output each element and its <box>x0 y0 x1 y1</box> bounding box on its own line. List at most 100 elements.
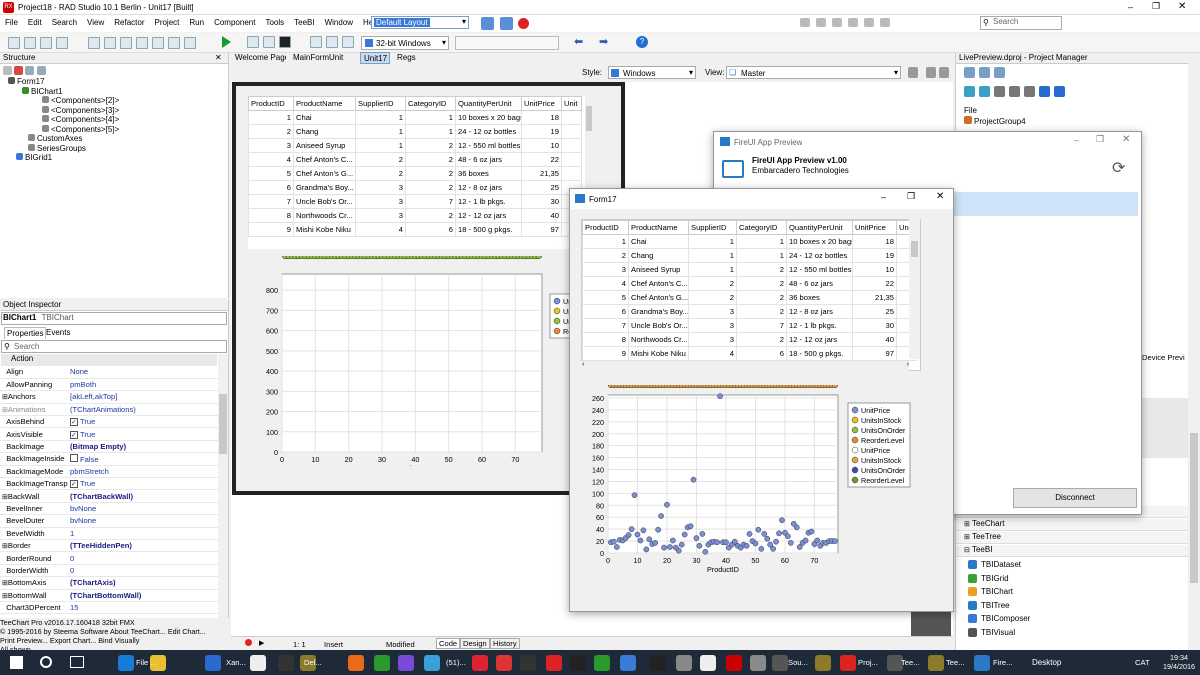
close-icon[interactable]: ✕ <box>1122 134 1130 145</box>
taskbar-app-icon[interactable] <box>520 655 536 671</box>
palette-item[interactable]: TBIComposer <box>968 614 1030 624</box>
property-row[interactable]: BackImageMode pbmStretch <box>0 465 218 479</box>
checkbox-icon[interactable]: ✓ <box>70 480 78 489</box>
maximize-icon[interactable]: ❐ <box>907 191 915 202</box>
taskbar-app-icon[interactable] <box>700 655 716 671</box>
taskbar-app-icon[interactable] <box>650 655 666 671</box>
layout-options-icon[interactable] <box>500 17 513 32</box>
grid-column-header[interactable]: Unit <box>561 96 582 111</box>
view-select[interactable]: ❏ Master ▾ <box>726 66 901 79</box>
property-row[interactable]: ⊞BottomAxis (TChartAxis) <box>0 576 218 590</box>
edit-chart-link[interactable]: Edit Chart... <box>168 627 206 636</box>
tool-palette[interactable]: ⊞ Services⊞ TeeChart⊞ TeeTree⊟ TeeBITBID… <box>956 506 1188 650</box>
grid-column-header[interactable]: QuantityPerUnit <box>455 96 522 111</box>
property-row[interactable]: BevelOuter bvNone <box>0 514 218 528</box>
menu-tools[interactable]: Tools <box>260 15 289 27</box>
table-row[interactable]: 3 Aniseed Syrup 1 2 12 - 550 ml bottles 10 <box>248 138 582 153</box>
form17-bigrid[interactable]: ProductID ProductName SupplierID CategoryID… <box>581 219 921 371</box>
record-icon[interactable] <box>245 639 252 646</box>
taskbar-app-icon[interactable] <box>118 655 134 671</box>
taskbar-app-icon[interactable] <box>205 655 221 671</box>
property-row[interactable]: BevelInner bvNone <box>0 502 218 516</box>
style-select[interactable]: Windows ▾ <box>608 66 696 79</box>
property-value[interactable]: False <box>68 452 218 466</box>
form17-grid-table[interactable]: ProductID ProductName SupplierID CategoryID… <box>582 220 917 361</box>
property-value[interactable]: (TChartAxis) <box>68 576 218 590</box>
editor-tab-2[interactable]: MainFormUnit <box>290 52 356 64</box>
taskbar-app-icon[interactable] <box>278 655 294 671</box>
minimize-icon[interactable]: – <box>1128 2 1133 12</box>
designer-form17[interactable]: ProductID ProductName SupplierID CategoryID… <box>232 82 625 495</box>
editor-tab-3[interactable]: Unit17 <box>360 52 390 64</box>
structure-node[interactable]: BIChart1 <box>0 86 228 97</box>
structure-tree[interactable]: Form17 BIChart1 <Components>[2]> <Component… <box>0 77 228 163</box>
property-value[interactable]: 1 <box>68 527 218 540</box>
grid-column-header[interactable]: ProductName <box>293 96 356 111</box>
property-value[interactable]: bvNone <box>68 502 218 516</box>
task-view-icon[interactable] <box>70 656 84 668</box>
designer-grid-table[interactable]: ProductID ProductName SupplierID CategoryID… <box>248 96 582 237</box>
property-value[interactable]: (TChartAnimations) <box>68 403 218 417</box>
property-row[interactable]: BevelWidth 1 <box>0 527 218 540</box>
pin-icon[interactable]: ✕ <box>215 53 222 62</box>
close-icon[interactable]: ✕ <box>1178 1 1186 12</box>
print-export-links[interactable]: Print Preview... Export Chart... Bind Vi… <box>0 636 229 645</box>
taskbar-app-icon[interactable] <box>348 655 364 671</box>
start-windows-icon[interactable] <box>10 656 23 669</box>
back-arrow-icon[interactable]: ⬅ <box>574 35 583 48</box>
table-row[interactable]: 9 Mishi Kobe Niku 4 6 18 - 500 g pkgs. 97 <box>248 222 582 237</box>
table-row[interactable]: 6 Grandma's Boy... 3 2 12 - 8 oz jars 25 <box>248 180 582 195</box>
tab-code[interactable]: Code <box>436 638 461 649</box>
inspector-scrollbar[interactable] <box>218 354 228 618</box>
property-value[interactable]: (Bitmap Empty) <box>68 440 218 454</box>
desktop-toolbar-label[interactable]: Desktop <box>1032 658 1061 667</box>
checkbox-icon[interactable]: ✓ <box>70 430 78 439</box>
menu-search[interactable]: Search <box>47 15 82 27</box>
taskbar-app-label[interactable]: Tee... <box>901 658 920 667</box>
menu-component[interactable]: Component <box>209 15 260 27</box>
form17-window[interactable]: Form17 – ❐ ✕ ProductID ProductName Supplie… <box>569 188 954 612</box>
property-row[interactable]: BackImage (Bitmap Empty) <box>0 440 218 454</box>
debug-icons[interactable] <box>308 36 356 50</box>
taskbar-app-icon[interactable] <box>726 655 742 671</box>
about-teechart-link[interactable]: About TeeChart... <box>110 627 166 636</box>
property-row[interactable]: AxisBehind ✓ True <box>0 415 218 429</box>
property-value[interactable]: (TChartBackWall) <box>68 489 218 503</box>
grid-column-header[interactable]: ProductID <box>582 220 629 235</box>
tab-properties[interactable]: Properties <box>4 327 47 339</box>
palette-item[interactable]: TBITree <box>968 601 1010 610</box>
menu-run[interactable]: Run <box>184 15 209 27</box>
minimize-icon[interactable]: – <box>1074 135 1079 145</box>
table-row[interactable]: 7 Uncle Bob's Or... 3 7 12 - 1 lb pkgs. 30 <box>248 194 582 209</box>
taskbar-app-icon[interactable] <box>424 655 440 671</box>
property-row[interactable]: ⊞Anchors [akLeft,akTop] <box>0 390 218 404</box>
table-row[interactable]: 3 Aniseed Syrup 1 2 12 - 550 ml bottles 10 <box>582 262 917 277</box>
taskbar-app-icon[interactable] <box>928 655 944 671</box>
structure-node[interactable]: <Components>[2]> <box>0 96 228 106</box>
editor-tab-4[interactable]: Regs <box>394 52 426 64</box>
palette-category[interactable]: ⊟ TeeBI <box>956 545 1188 557</box>
project-group-item[interactable]: ProjectGroup4 <box>964 116 1026 126</box>
table-row[interactable]: 5 Chef Anton's G... 2 2 36 boxes 21,35 <box>582 290 917 305</box>
structure-node[interactable]: CustomAxes <box>0 134 228 144</box>
property-value[interactable]: (TChartBottomWall) <box>68 589 218 602</box>
property-value[interactable]: ✓ True <box>68 427 218 441</box>
config-select[interactable] <box>455 36 559 50</box>
close-icon[interactable]: ✕ <box>936 191 944 202</box>
tab-events[interactable]: Events <box>44 327 72 338</box>
taskbar-app-icon[interactable] <box>750 655 766 671</box>
grid-column-header[interactable]: UnitPrice <box>852 220 897 235</box>
table-row[interactable]: 7 Uncle Bob's Or... 3 7 12 - 1 lb pkgs. 30 <box>582 318 917 333</box>
save-layout-icon[interactable] <box>481 17 494 32</box>
structure-node[interactable]: <Components>[3]> <box>0 105 228 116</box>
forward-arrow-icon[interactable]: ➡ <box>599 35 608 48</box>
tab-history[interactable]: History <box>490 638 520 649</box>
taskbar-app-label[interactable]: Fire... <box>993 658 1012 667</box>
maximize-icon[interactable]: ❐ <box>1096 134 1104 145</box>
property-value[interactable]: pmBoth <box>68 378 218 392</box>
stop-icon[interactable] <box>518 18 529 29</box>
taskbar-app-icon[interactable] <box>250 655 266 671</box>
grid-column-header[interactable]: SupplierID <box>688 220 737 235</box>
pm-toolbar-icons[interactable] <box>964 67 1005 80</box>
help-icon[interactable]: ? <box>636 36 648 48</box>
